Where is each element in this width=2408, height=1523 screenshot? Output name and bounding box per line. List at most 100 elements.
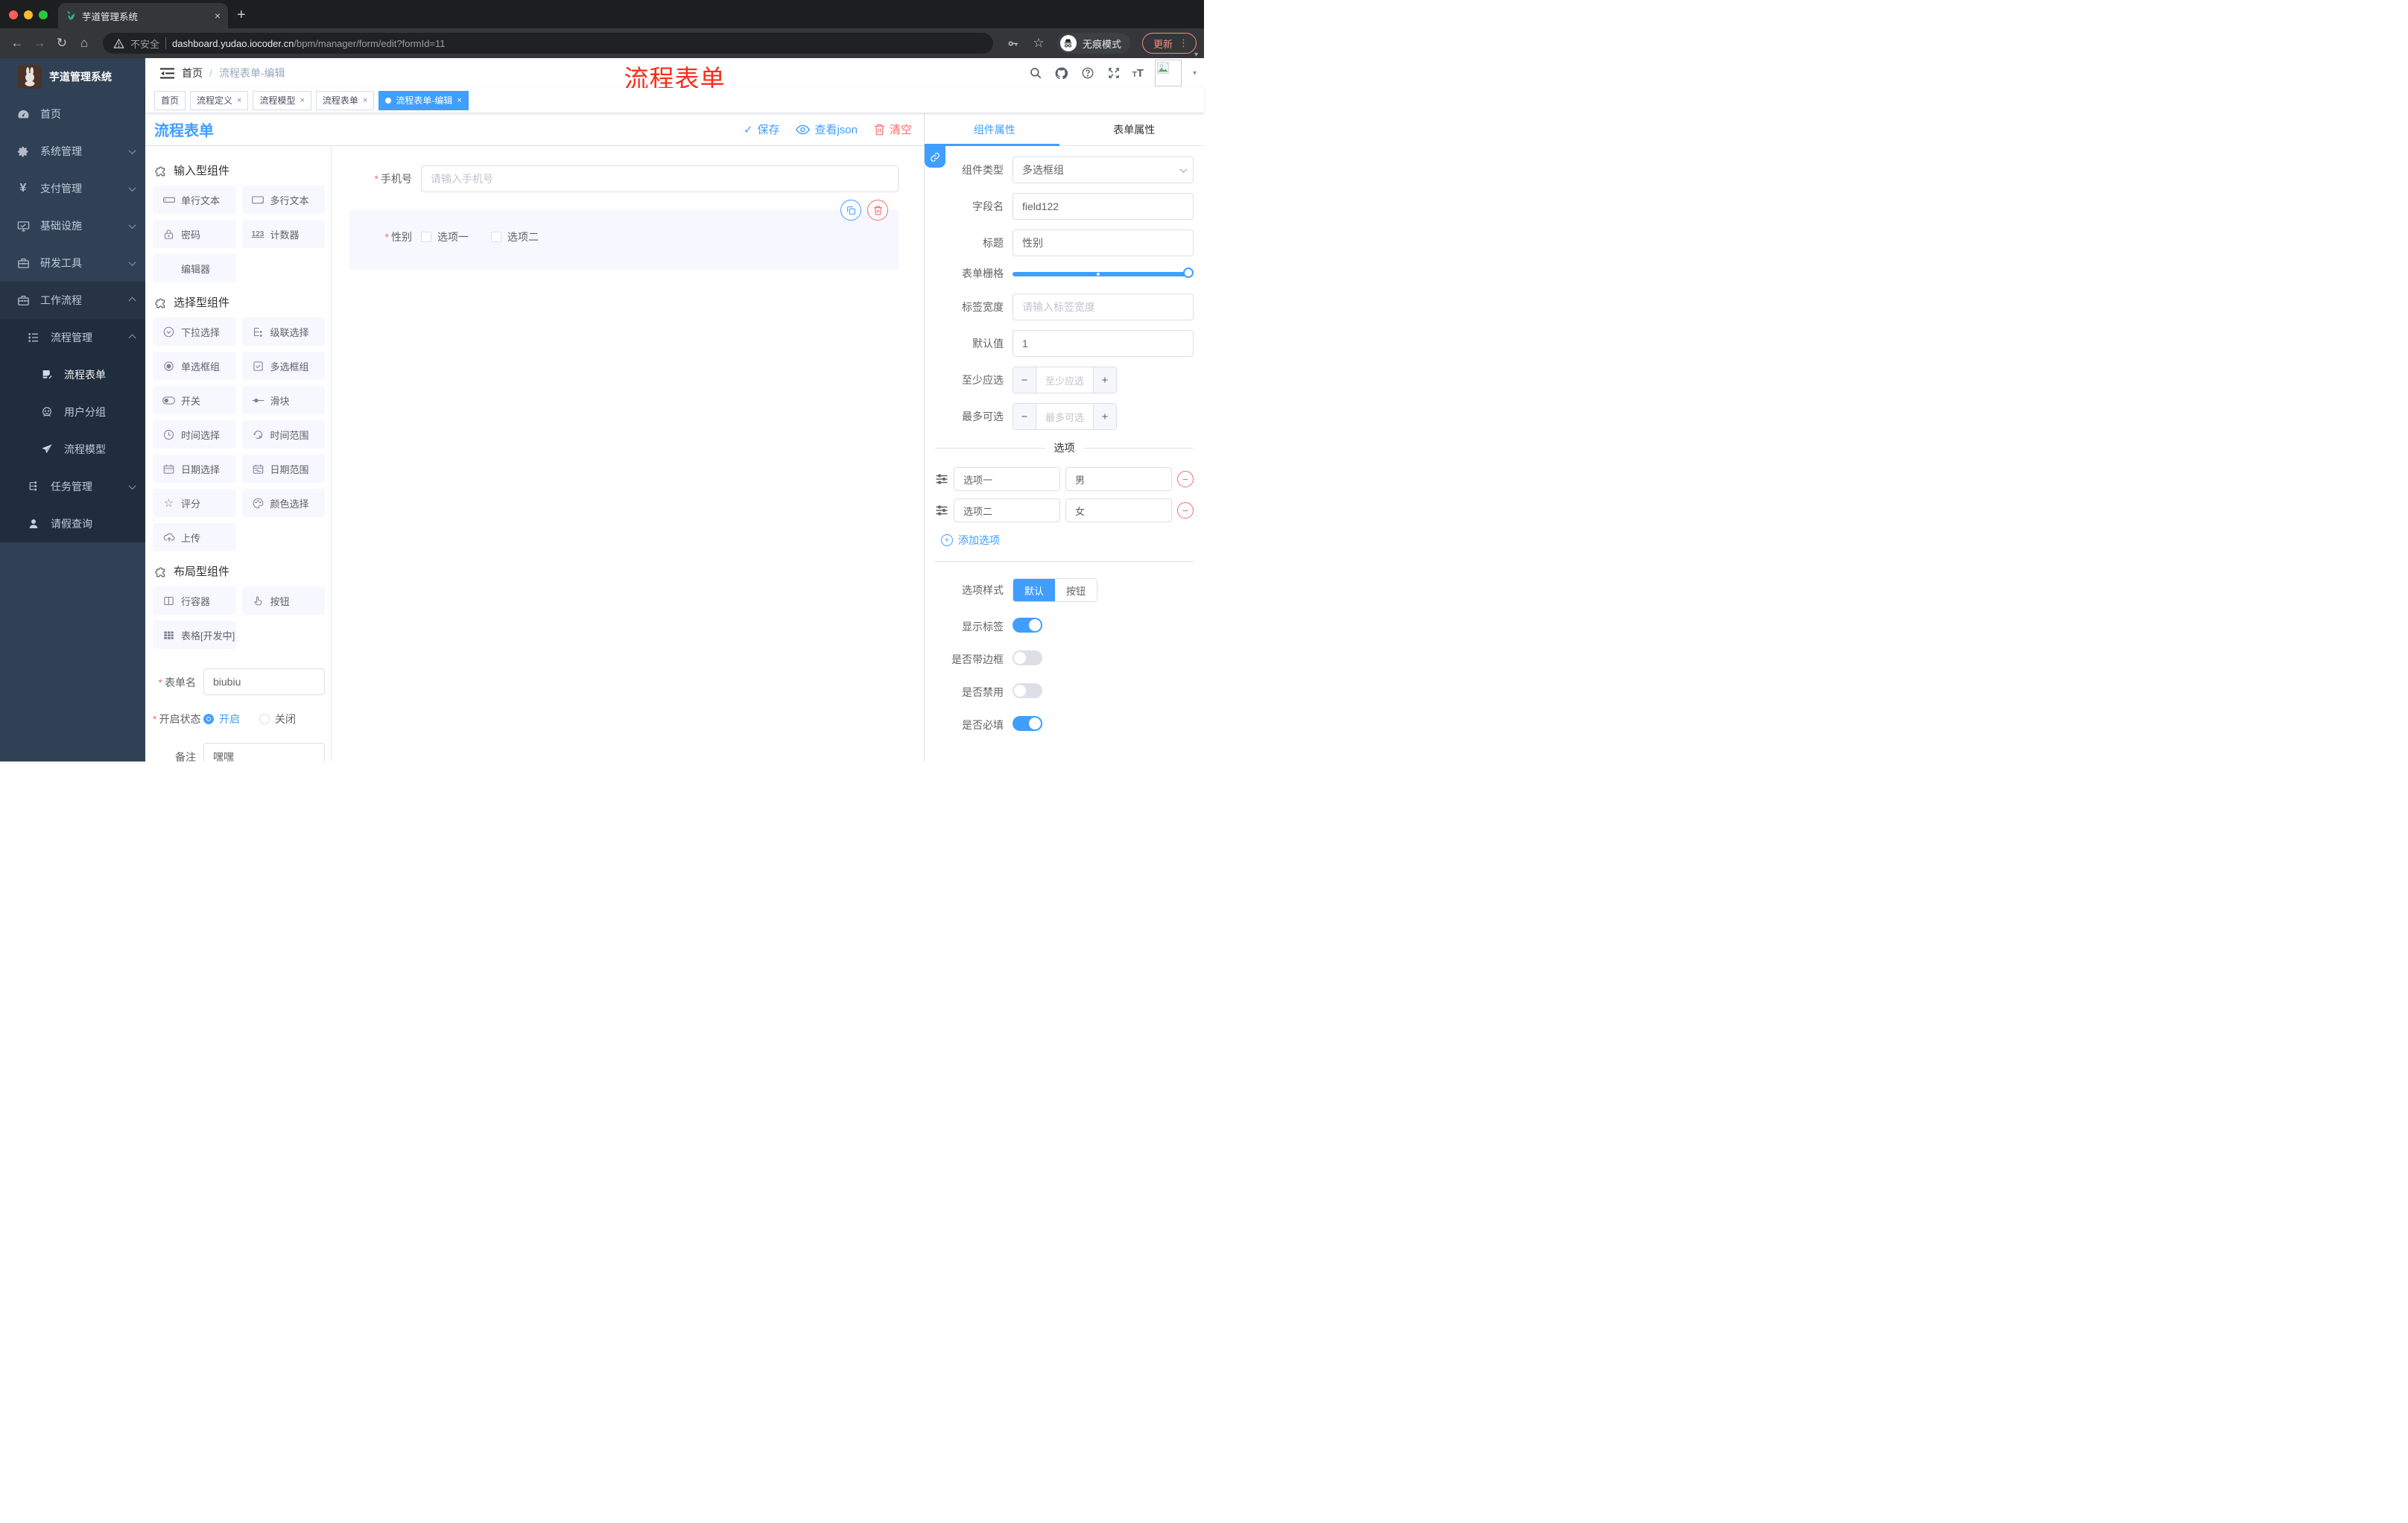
tag-process-form-edit[interactable]: 流程表单-编辑 ×: [378, 90, 469, 110]
tag-close-icon[interactable]: ×: [363, 96, 367, 105]
palette-item-checkbox-group[interactable]: 多选框组: [241, 352, 325, 380]
gender-option1-checkbox[interactable]: 选项一: [421, 229, 469, 244]
style-button-button[interactable]: 按钮: [1055, 579, 1097, 601]
tab-form-props[interactable]: 表单属性: [1065, 113, 1205, 146]
palette-item-single-text[interactable]: 单行文本: [153, 186, 236, 214]
drag-handle-icon[interactable]: [935, 473, 948, 485]
option-label-input[interactable]: [954, 467, 1060, 491]
component-type-value[interactable]: [1013, 156, 1194, 183]
palette-item-slider[interactable]: 滑块: [241, 386, 325, 414]
sidebar-item-process-form[interactable]: 流程表单: [0, 356, 145, 393]
tag-process-definition[interactable]: 流程定义 ×: [190, 90, 249, 110]
sidebar-item-user-group[interactable]: 用户分组: [0, 393, 145, 431]
label-width-input[interactable]: [1013, 294, 1194, 320]
title-input[interactable]: [1013, 229, 1194, 256]
min-select-stepper[interactable]: − 至少应选 +: [1013, 367, 1117, 393]
home-icon[interactable]: ⌂: [75, 36, 94, 51]
default-value-input[interactable]: [1013, 330, 1194, 357]
tag-close-icon[interactable]: ×: [457, 96, 461, 105]
palette-item-time-pick[interactable]: 时间选择: [153, 420, 236, 449]
palette-item-switch[interactable]: 开关: [153, 386, 236, 414]
form-name-input[interactable]: [203, 668, 325, 695]
avatar[interactable]: [1154, 60, 1182, 86]
gender-option2-checkbox[interactable]: 选项二: [491, 229, 539, 244]
status-on-radio[interactable]: 开启: [203, 712, 240, 726]
copy-component-button[interactable]: [840, 200, 861, 221]
max-select-stepper[interactable]: − 最多可选 +: [1013, 403, 1117, 430]
palette-item-editor[interactable]: 编辑器: [153, 254, 236, 282]
slider-handle[interactable]: [1183, 267, 1194, 278]
tag-process-form[interactable]: 流程表单 ×: [315, 90, 375, 110]
avatar-caret-icon[interactable]: ▾: [1193, 69, 1197, 77]
tab-component-props[interactable]: 组件属性: [925, 113, 1065, 146]
form-grid-slider[interactable]: [1013, 267, 1194, 278]
browser-tab[interactable]: 芋道管理系统 ×: [58, 3, 228, 28]
palette-item-rate[interactable]: ☆ 评分: [153, 489, 236, 517]
palette-item-multi-text[interactable]: 多行文本: [241, 186, 325, 214]
sidebar-item-process-mgmt[interactable]: 流程管理: [0, 319, 145, 356]
palette-item-date-range[interactable]: 日期范围: [241, 455, 325, 483]
new-tab-button[interactable]: +: [237, 7, 246, 24]
sidebar-item-infra[interactable]: 基础设施: [0, 207, 145, 244]
palette-item-cascader[interactable]: 级联选择: [241, 317, 325, 346]
sidebar-item-system[interactable]: 系统管理: [0, 133, 145, 170]
tab-close-icon[interactable]: ×: [215, 10, 221, 22]
search-icon[interactable]: [1028, 66, 1043, 80]
palette-item-upload[interactable]: 上传: [153, 523, 236, 551]
reload-icon[interactable]: ↻: [52, 36, 72, 51]
github-icon[interactable]: [1054, 66, 1069, 80]
palette-item-time-range[interactable]: 时间范围: [241, 420, 325, 449]
back-icon[interactable]: ←: [7, 36, 27, 51]
palette-item-counter[interactable]: 123 计数器: [241, 220, 325, 248]
password-key-icon[interactable]: [1002, 37, 1024, 50]
min-select-value[interactable]: 至少应选: [1036, 367, 1094, 393]
style-default-button[interactable]: 默认: [1013, 579, 1056, 601]
plus-button[interactable]: +: [1094, 367, 1116, 393]
font-size-icon[interactable]: TT: [1132, 67, 1144, 80]
browser-menu-dots-icon[interactable]: ⋮: [1179, 37, 1188, 49]
clear-button[interactable]: 清空: [874, 121, 912, 137]
show-label-toggle[interactable]: [1013, 618, 1042, 633]
tag-close-icon[interactable]: ×: [300, 96, 304, 105]
palette-item-radio-group[interactable]: 单选框组: [153, 352, 236, 380]
sidebar-item-devtools[interactable]: 研发工具: [0, 244, 145, 282]
field-name-input[interactable]: [1013, 193, 1194, 220]
option-value-input[interactable]: [1065, 467, 1172, 491]
palette-item-row-container[interactable]: 行容器: [153, 586, 236, 615]
palette-item-password[interactable]: 密码: [153, 220, 236, 248]
remove-option-button[interactable]: −: [1177, 502, 1194, 519]
option-label-input[interactable]: [954, 498, 1060, 522]
phone-input[interactable]: [421, 165, 899, 192]
close-window-button[interactable]: [9, 10, 18, 19]
tag-process-model[interactable]: 流程模型 ×: [253, 90, 311, 110]
forward-icon[interactable]: →: [30, 36, 49, 51]
address-bar[interactable]: 不安全 dashboard.yudao.iocoder.cn/bpm/manag…: [103, 33, 993, 54]
palette-item-button[interactable]: 按钮: [241, 586, 325, 615]
add-option-button[interactable]: + 添加选项: [941, 533, 1194, 548]
form-canvas[interactable]: 手机号: [332, 146, 924, 762]
canvas-field-gender-selected[interactable]: 性别 选项一 选项二: [349, 200, 899, 270]
collapse-sidebar-icon[interactable]: [160, 67, 174, 80]
disabled-toggle[interactable]: [1013, 683, 1042, 698]
plus-button[interactable]: +: [1094, 404, 1116, 429]
fullscreen-icon[interactable]: [1106, 66, 1121, 80]
palette-item-color-pick[interactable]: 颜色选择: [241, 489, 325, 517]
tag-home[interactable]: 首页: [154, 90, 186, 110]
palette-item-dropdown[interactable]: 下拉选择: [153, 317, 236, 346]
sidebar-item-payment[interactable]: ¥ 支付管理: [0, 170, 145, 207]
palette-item-date-pick[interactable]: 日期选择: [153, 455, 236, 483]
view-json-button[interactable]: 查看json: [796, 121, 858, 137]
window-controls[interactable]: [0, 10, 58, 28]
remark-textarea[interactable]: 嘿嘿: [203, 743, 325, 762]
required-toggle[interactable]: [1013, 716, 1042, 731]
remove-option-button[interactable]: −: [1177, 471, 1194, 487]
minimize-window-button[interactable]: [24, 10, 33, 19]
tag-close-icon[interactable]: ×: [237, 96, 241, 105]
breadcrumb-home[interactable]: 首页: [182, 66, 203, 80]
sidebar-item-leave-query[interactable]: 请假查询: [0, 505, 145, 542]
minus-button[interactable]: −: [1013, 367, 1036, 393]
zoom-window-button[interactable]: [39, 10, 48, 19]
max-select-value[interactable]: 最多可选: [1036, 404, 1094, 429]
palette-item-table[interactable]: 表格[开发中]: [153, 621, 236, 649]
help-icon[interactable]: [1080, 66, 1095, 80]
